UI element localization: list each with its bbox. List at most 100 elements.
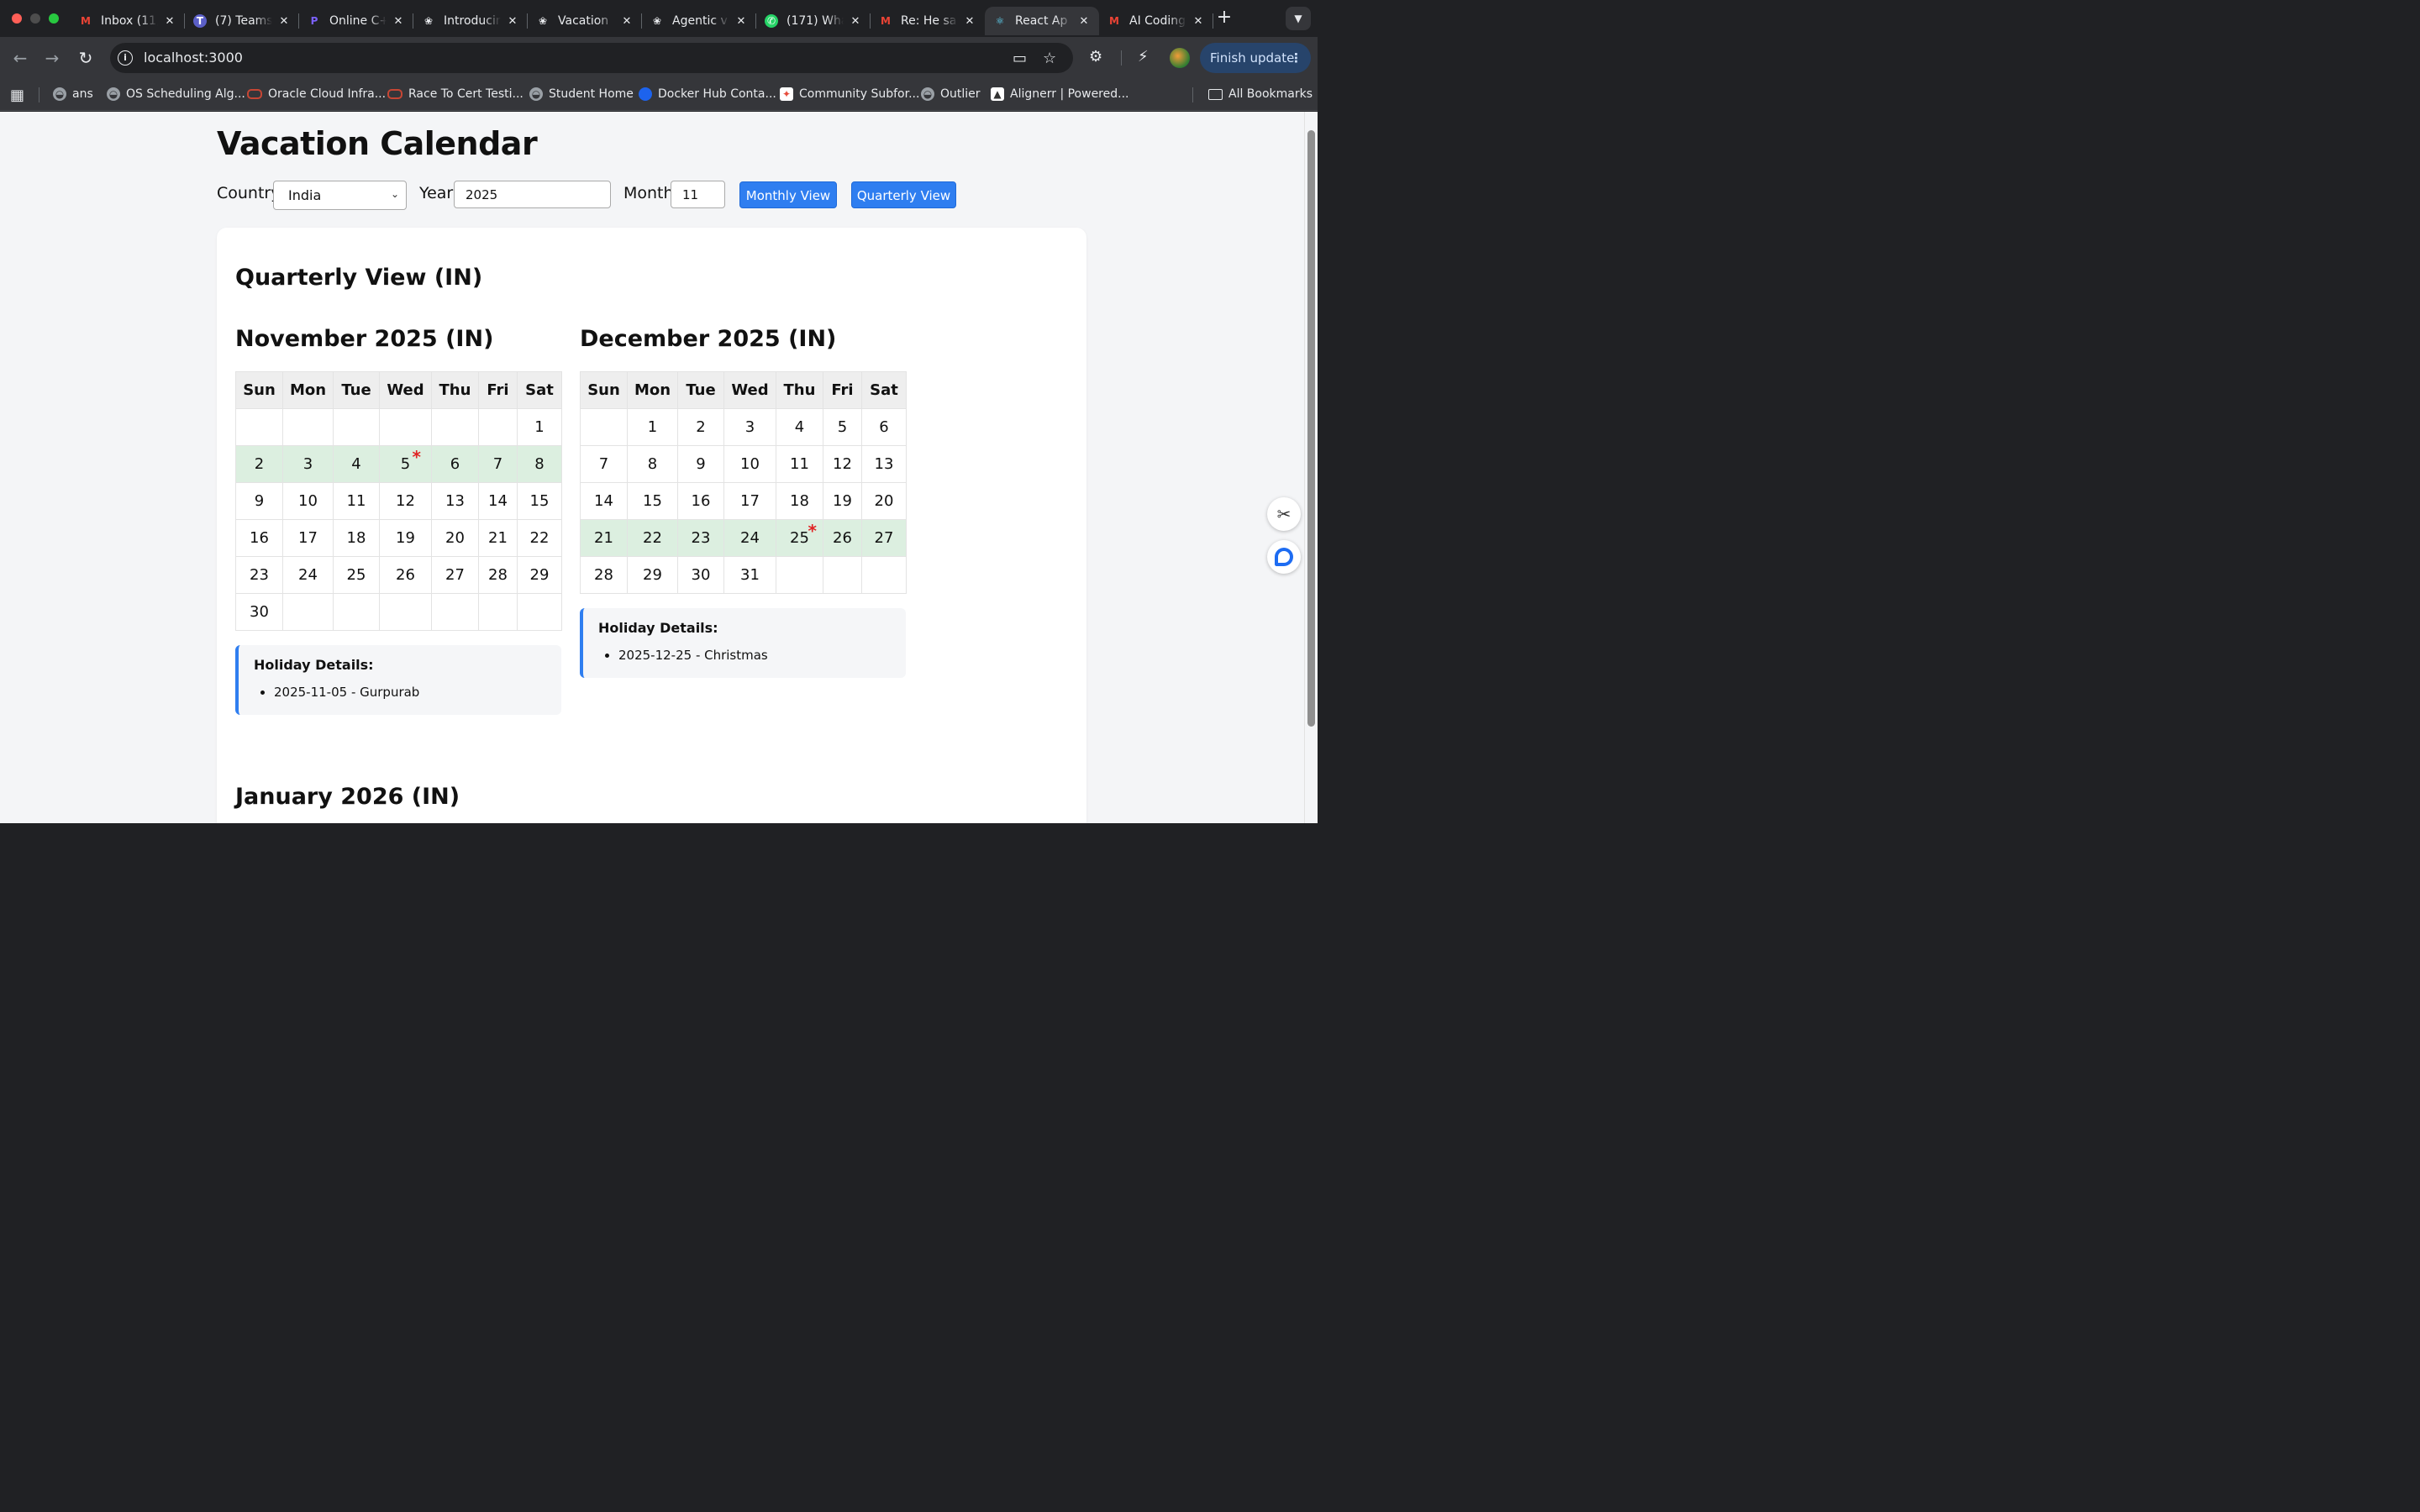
day-cell[interactable]: 7 [478, 445, 518, 483]
day-cell[interactable]: 30 [235, 593, 283, 631]
day-cell[interactable]: 24 [282, 556, 334, 594]
bookmark-item[interactable]: ◒ Outlier [921, 87, 981, 101]
day-cell[interactable]: 16 [677, 482, 724, 520]
bookmark-item[interactable]: ◒ Student Home [529, 87, 634, 101]
country-select[interactable]: India ⌄ [273, 181, 407, 210]
monthly-view-button[interactable]: Monthly View [739, 181, 837, 208]
close-tab-icon[interactable]: ✕ [1077, 15, 1091, 28]
close-tab-icon[interactable]: ✕ [277, 15, 291, 28]
day-cell[interactable]: 14 [478, 482, 518, 520]
extensions-icon[interactable]: ⚙ [1089, 48, 1102, 66]
finish-update-button[interactable]: Finish update ⋮ [1200, 43, 1311, 73]
quarterly-view-button[interactable]: Quarterly View [851, 181, 956, 208]
site-info-icon[interactable]: i [118, 50, 133, 66]
browser-tab[interactable]: T (7) Teams ✕ [185, 7, 299, 35]
day-cell[interactable]: 26 [379, 556, 432, 594]
day-cell[interactable]: 23 [235, 556, 283, 594]
close-tab-icon[interactable]: ✕ [506, 15, 519, 28]
day-cell[interactable]: 20 [861, 482, 907, 520]
day-cell[interactable]: 5 * [379, 445, 432, 483]
day-cell[interactable]: 9 [677, 445, 724, 483]
bookmark-item[interactable]: ◒ OS Scheduling Alg... [107, 87, 245, 101]
day-cell[interactable]: 15 [627, 482, 678, 520]
all-bookmarks-button[interactable]: All Bookmarks [1208, 87, 1313, 101]
day-cell[interactable]: 19 [379, 519, 432, 557]
month-input[interactable]: 11 [671, 181, 725, 208]
address-bar[interactable]: i localhost:3000 ▭ ☆ [110, 43, 1073, 73]
day-cell[interactable]: 29 [627, 556, 678, 594]
day-cell[interactable]: 5 [823, 408, 862, 446]
browser-tab[interactable]: ❀ Vacation ✕ [528, 7, 642, 35]
year-input[interactable]: 2025 [454, 181, 611, 208]
day-cell[interactable]: 17 [282, 519, 334, 557]
close-tab-icon[interactable]: ✕ [849, 15, 862, 28]
day-cell[interactable]: 22 [627, 519, 678, 557]
browser-tab[interactable]: M Inbox (11, ✕ [71, 7, 185, 35]
day-cell[interactable]: 27 [861, 519, 907, 557]
day-cell[interactable]: 16 [235, 519, 283, 557]
day-cell[interactable]: 15 [517, 482, 562, 520]
day-cell[interactable]: 1 [627, 408, 678, 446]
performance-icon[interactable]: ⚡ [1138, 48, 1149, 66]
day-cell[interactable]: 11 [776, 445, 823, 483]
day-cell[interactable]: 2 [235, 445, 283, 483]
scrollbar-thumb[interactable] [1307, 130, 1315, 727]
forward-button[interactable]: → [40, 46, 64, 70]
close-tab-icon[interactable]: ✕ [1192, 15, 1205, 28]
close-tab-icon[interactable]: ✕ [734, 15, 748, 28]
bookmark-item[interactable]: ◒ ans [53, 87, 93, 101]
day-cell[interactable]: 8 [517, 445, 562, 483]
day-cell[interactable]: 14 [580, 482, 628, 520]
browser-tab[interactable]: ❀ Introducin ✕ [413, 7, 528, 35]
day-cell[interactable]: 9 [235, 482, 283, 520]
day-cell[interactable]: 12 [379, 482, 432, 520]
minimize-window-button[interactable] [30, 13, 40, 24]
browser-tab[interactable]: ⚛ React Ap ✕ [985, 7, 1099, 35]
day-cell[interactable]: 22 [517, 519, 562, 557]
day-cell[interactable]: 30 [677, 556, 724, 594]
day-cell[interactable]: 17 [723, 482, 776, 520]
back-button[interactable]: ← [8, 46, 32, 70]
day-cell[interactable]: 28 [580, 556, 628, 594]
day-cell[interactable]: 21 [580, 519, 628, 557]
browser-tab[interactable]: P Online C+ ✕ [299, 7, 413, 35]
day-cell[interactable]: 11 [333, 482, 380, 520]
close-tab-icon[interactable]: ✕ [163, 15, 176, 28]
day-cell[interactable]: 4 [333, 445, 380, 483]
close-window-button[interactable] [12, 13, 22, 24]
day-cell[interactable]: 3 [723, 408, 776, 446]
tab-search-button[interactable]: ▼ [1286, 7, 1311, 30]
day-cell[interactable]: 8 [627, 445, 678, 483]
day-cell[interactable]: 6 [431, 445, 479, 483]
day-cell[interactable]: 13 [861, 445, 907, 483]
maximize-window-button[interactable] [49, 13, 59, 24]
new-tab-button[interactable]: + [1215, 8, 1234, 27]
day-cell[interactable]: 26 [823, 519, 862, 557]
apps-grid-icon[interactable]: ▦ [10, 87, 24, 104]
day-cell[interactable]: 19 [823, 482, 862, 520]
close-tab-icon[interactable]: ✕ [963, 15, 976, 28]
day-cell[interactable]: 2 [677, 408, 724, 446]
scissors-button[interactable]: ✂ [1267, 497, 1301, 531]
bookmark-item[interactable]: ▲ Alignerr | Powered... [991, 87, 1128, 101]
page-scrollbar[interactable] [1304, 112, 1318, 823]
install-app-icon[interactable]: ▭ [1013, 50, 1027, 67]
profile-avatar[interactable] [1170, 48, 1190, 68]
day-cell[interactable]: 25 * [776, 519, 823, 557]
browser-tab[interactable]: ✆ (171) Wha ✕ [756, 7, 871, 35]
day-cell[interactable]: 1 [517, 408, 562, 446]
day-cell[interactable]: 20 [431, 519, 479, 557]
address-url[interactable]: localhost:3000 [144, 50, 243, 66]
assistant-button[interactable] [1267, 540, 1301, 574]
day-cell[interactable]: 29 [517, 556, 562, 594]
browser-tab[interactable]: M AI Coding ✕ [1099, 7, 1213, 35]
browser-tab[interactable]: ❀ Agentic v ✕ [642, 7, 756, 35]
bookmark-star-icon[interactable]: ☆ [1043, 50, 1056, 67]
day-cell[interactable]: 3 [282, 445, 334, 483]
day-cell[interactable]: 6 [861, 408, 907, 446]
day-cell[interactable]: 18 [333, 519, 380, 557]
day-cell[interactable]: 25 [333, 556, 380, 594]
day-cell[interactable]: 13 [431, 482, 479, 520]
day-cell[interactable]: 4 [776, 408, 823, 446]
day-cell[interactable]: 24 [723, 519, 776, 557]
